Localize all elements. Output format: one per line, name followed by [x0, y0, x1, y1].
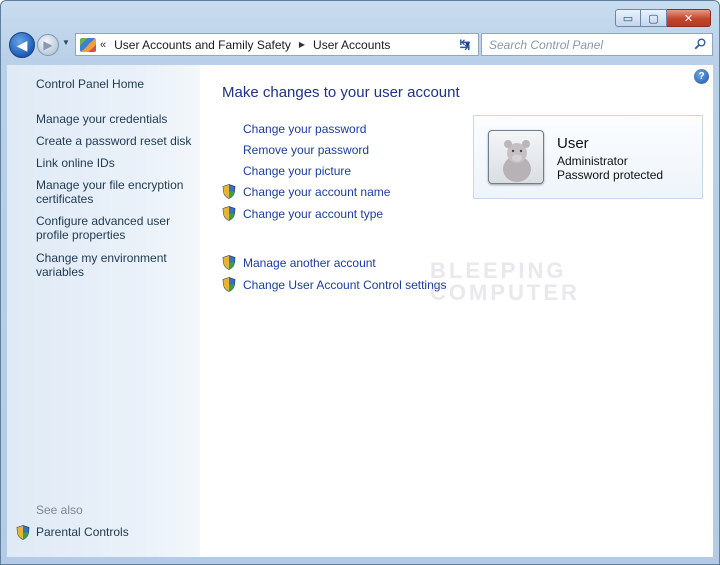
sidebar-item-advanced-profile-properties[interactable]: Configure advanced user profile properti…: [36, 214, 196, 242]
parental-controls-shield-icon: [16, 525, 30, 540]
change-picture-link[interactable]: Change your picture: [243, 164, 351, 178]
back-arrow-icon: ◀: [16, 36, 28, 53]
caption-buttons: ▭ ▢ ✕: [615, 9, 711, 27]
breadcrumb-user-accounts-family-safety[interactable]: User Accounts and Family Safety: [114, 38, 291, 52]
manage-another-account-link[interactable]: Manage another account: [243, 256, 376, 270]
minimize-icon: ▭: [622, 12, 634, 25]
uac-settings-link[interactable]: Change User Account Control settings: [243, 278, 446, 292]
search-icon[interactable]: [694, 38, 706, 50]
main-content: ? Make changes to your user account Chan…: [200, 65, 713, 557]
user-account-tile: User Administrator Password protected: [473, 115, 703, 199]
sidebar-item-password-reset-disk[interactable]: Create a password reset disk: [36, 134, 196, 148]
back-button[interactable]: ◀: [9, 32, 35, 58]
see-also-heading: See also: [36, 503, 83, 517]
forward-button[interactable]: ▶: [37, 34, 59, 56]
close-button[interactable]: ✕: [667, 9, 711, 27]
minimize-button[interactable]: ▭: [615, 9, 641, 27]
avatar: [488, 130, 544, 184]
close-icon: ✕: [683, 12, 694, 25]
uac-shield-icon: [222, 255, 236, 270]
parental-controls-link[interactable]: Parental Controls: [36, 525, 196, 539]
recent-pages-button[interactable]: ▼: [62, 38, 70, 47]
breadcrumb-separator-icon[interactable]: ▶: [299, 40, 305, 49]
user-password-status: Password protected: [557, 168, 664, 182]
user-picture-icon: [503, 140, 531, 182]
change-account-name-link[interactable]: Change your account name: [243, 185, 390, 199]
breadcrumb-overflow-icon[interactable]: «: [100, 39, 106, 51]
watermark: BLEEPING COMPUTER: [430, 260, 580, 304]
change-account-type-link[interactable]: Change your account type: [243, 207, 383, 221]
user-role: Administrator: [557, 154, 628, 168]
sidebar-item-link-online-ids[interactable]: Link online IDs: [36, 156, 196, 170]
refresh-icon: ↹: [459, 36, 471, 52]
navigation-bar: ◀ ▶ ▼ « User Accounts and Family Safety …: [7, 32, 713, 58]
maximize-icon: ▢: [648, 12, 659, 25]
forward-arrow-icon: ▶: [43, 38, 53, 52]
uac-shield-icon: [222, 277, 236, 292]
control-panel-home-link[interactable]: Control Panel Home: [36, 77, 196, 91]
control-panel-window: ▭ ▢ ✕ ◀ ▶ ▼ « User Accounts and Family S…: [0, 0, 720, 565]
sidebar-item-manage-credentials[interactable]: Manage your credentials: [36, 112, 196, 126]
address-bar[interactable]: « User Accounts and Family Safety ▶ User…: [75, 33, 479, 56]
sidebar-item-environment-variables[interactable]: Change my environment variables: [36, 251, 196, 279]
breadcrumb-user-accounts[interactable]: User Accounts: [313, 38, 390, 52]
uac-shield-icon: [222, 184, 236, 199]
watermark-line: COMPUTER: [430, 280, 580, 305]
user-name: User: [557, 135, 589, 152]
remove-password-link[interactable]: Remove your password: [243, 143, 369, 157]
maximize-button[interactable]: ▢: [641, 9, 667, 27]
change-password-link[interactable]: Change your password: [243, 122, 366, 136]
chevron-down-icon: ▼: [62, 38, 70, 47]
page-title: Make changes to your user account: [222, 84, 460, 101]
sidebar-item-file-encryption-certificates[interactable]: Manage your file encryption certificates: [36, 178, 196, 206]
help-icon[interactable]: ?: [694, 69, 709, 84]
task-pane: Control Panel Home Manage your credentia…: [7, 65, 200, 557]
refresh-button[interactable]: ↹: [453, 33, 477, 56]
watermark-line: BLEEPING: [430, 258, 567, 283]
search-placeholder: Search Control Panel: [489, 37, 604, 52]
search-input[interactable]: Search Control Panel: [481, 33, 713, 56]
uac-shield-icon: [222, 206, 236, 221]
control-panel-icon: [80, 37, 96, 52]
